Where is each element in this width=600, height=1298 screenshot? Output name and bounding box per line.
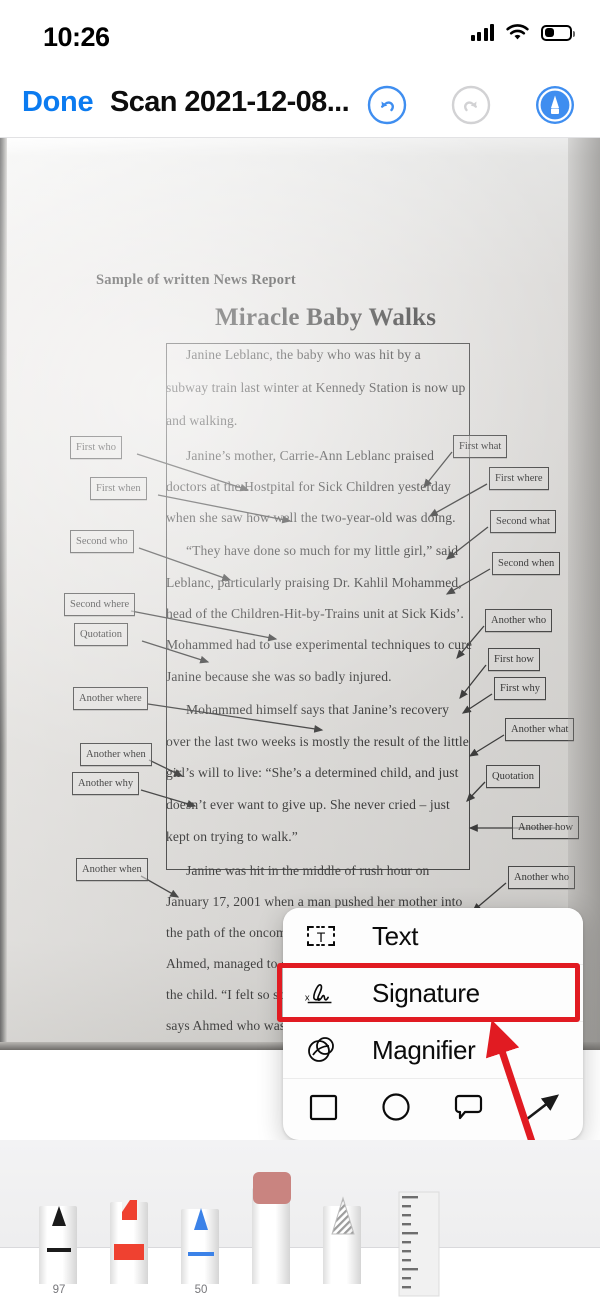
eraser-tool[interactable]	[252, 1170, 292, 1298]
label-box: Another why	[72, 772, 140, 795]
document-body-line: Mohammed had to use experimental techniq…	[166, 637, 472, 652]
label-box: Second when	[492, 552, 561, 575]
document-body-line: when she saw how well the two-year-old w…	[166, 510, 456, 525]
menu-item-text[interactable]: T Text	[283, 908, 583, 965]
markup-screen: 10:26 Done Scan 2021-12-08... Sample of …	[0, 0, 600, 1298]
document-body-line: Leblanc, particularly praising Dr. Kahli…	[166, 575, 462, 590]
lasso-tool[interactable]	[323, 1190, 363, 1298]
label-box: First who	[70, 436, 122, 459]
status-bar: 10:26	[0, 0, 600, 70]
document-body-line: Janine’s mother, Carrie-Ann Leblanc prai…	[186, 448, 434, 463]
ruler-tool[interactable]	[394, 1186, 440, 1298]
wifi-icon	[506, 24, 529, 41]
label-box: Another when	[76, 858, 148, 881]
label-box: Second who	[70, 530, 134, 553]
label-box: First where	[489, 467, 549, 490]
marker-tool[interactable]: 50	[181, 1194, 221, 1298]
document-body-line: Janine because she was so badly injured.	[166, 669, 392, 684]
document-body-line: Janine Leblanc, the baby who was hit by …	[186, 347, 421, 362]
label-box: Quotation	[74, 623, 128, 646]
menu-item-label: Magnifier	[372, 1034, 476, 1065]
label-box: Another what	[505, 718, 575, 741]
document-body-line: doesn’t ever want to give up. She never …	[166, 797, 450, 812]
signature-highlight-box	[277, 963, 580, 1022]
add-markup-menu[interactable]: T Text x Signature Magnifier	[283, 908, 583, 1140]
markup-tool-tray: 97 50	[0, 1140, 600, 1298]
signal-bars-icon	[470, 24, 494, 41]
document-body-line: doctors at the Hostpital for Sick Childr…	[166, 479, 451, 494]
document-body-line: “They have done so much for my little gi…	[186, 543, 459, 558]
battery-icon	[541, 24, 575, 41]
pen-tool[interactable]: 97	[39, 1190, 79, 1298]
label-box: Another when	[80, 743, 152, 766]
label-box: First how	[488, 648, 540, 671]
label-box: Quotation	[486, 765, 540, 788]
pen-opacity-value: 97	[52, 1284, 66, 1296]
document-body-line: Mohammed himself says that Janine’s reco…	[186, 702, 449, 717]
label-box: Another who	[485, 609, 553, 632]
label-box: Second where	[64, 593, 136, 616]
label-box: Second what	[490, 510, 556, 533]
document-body-line: and walking.	[166, 413, 238, 428]
document-body-line: Janine was hit in the middle of rush hou…	[186, 863, 430, 878]
circle-shape-icon[interactable]	[379, 1090, 413, 1129]
marker-opacity-value: 50	[194, 1284, 208, 1296]
svg-text:T: T	[317, 929, 326, 945]
document-body-line: kept on trying to walk.”	[166, 829, 298, 844]
status-bar-indicators	[470, 24, 575, 41]
redo-icon[interactable]	[450, 84, 492, 126]
markup-pen-icon[interactable]	[534, 84, 576, 126]
magnifier-icon	[302, 1033, 340, 1067]
square-shape-icon[interactable]	[307, 1090, 341, 1129]
document-body-line: girl’s will to live: “She’s a determined…	[166, 765, 459, 780]
label-box: First when	[90, 477, 147, 500]
undo-icon[interactable]	[366, 84, 408, 126]
label-box: First why	[494, 677, 546, 700]
navigation-bar: Done Scan 2021-12-08...	[0, 70, 600, 138]
label-box: First what	[453, 435, 508, 458]
shape-tools-row	[283, 1079, 583, 1139]
highlighter-tool[interactable]	[110, 1186, 150, 1298]
speech-bubble-shape-icon[interactable]	[451, 1090, 487, 1129]
tool-tray-background	[0, 1140, 600, 1248]
document-body-line: over the last two weeks is mostly the re…	[166, 734, 469, 749]
menu-item-magnifier[interactable]: Magnifier	[283, 1022, 583, 1079]
text-box-icon: T	[302, 919, 340, 953]
page-title: Scan 2021-12-08...	[110, 86, 350, 118]
document-body-line: head of the Children-Hit-by-Trains unit …	[166, 606, 464, 621]
document-body-line: subway train last winter at Kennedy Stat…	[166, 380, 466, 395]
status-bar-time: 10:26	[43, 22, 110, 52]
done-button[interactable]: Done	[22, 86, 94, 119]
label-box: Another how	[512, 816, 580, 839]
label-box: Another who	[508, 866, 576, 889]
document-title: Miracle Baby Walks	[215, 304, 437, 331]
document-heading: Sample of written News Report	[96, 272, 296, 288]
menu-item-label: Text	[372, 920, 419, 951]
label-box: Another where	[73, 687, 148, 710]
